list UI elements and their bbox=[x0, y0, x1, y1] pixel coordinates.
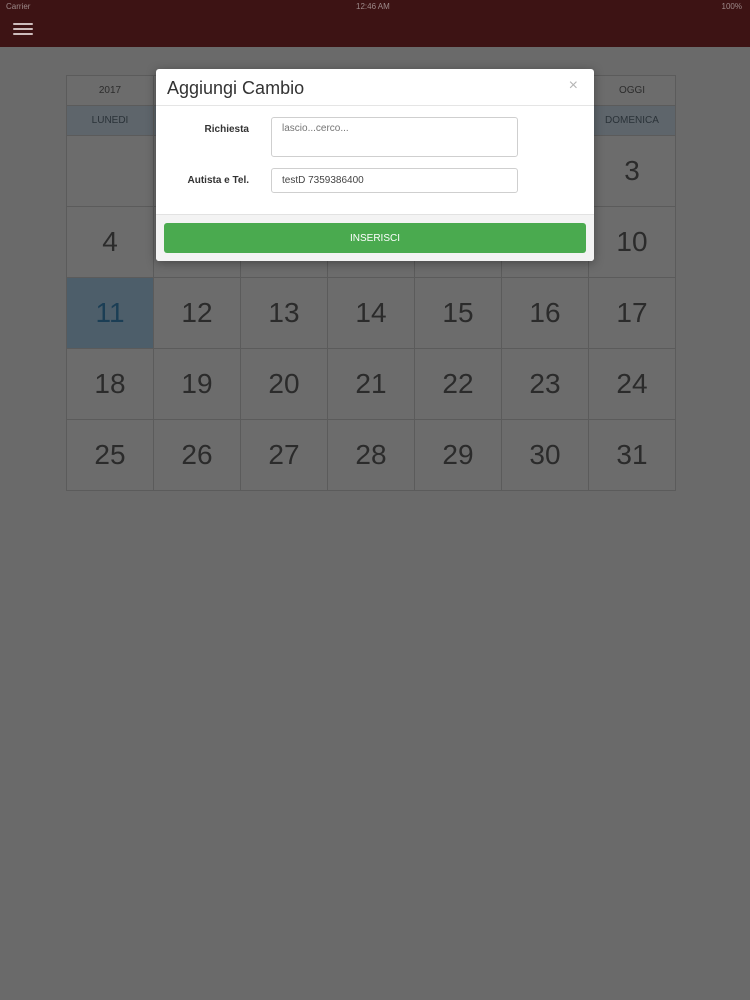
calendar-day-cell[interactable]: 16 bbox=[501, 277, 589, 349]
calendar-day-cell[interactable]: 23 bbox=[501, 348, 589, 420]
calendar-day-cell[interactable]: 19 bbox=[153, 348, 241, 420]
calendar-day-cell[interactable]: 18 bbox=[66, 348, 154, 420]
hamburger-menu-icon[interactable] bbox=[13, 21, 33, 37]
calendar-day-cell[interactable]: 15 bbox=[414, 277, 502, 349]
richiesta-label: Richiesta bbox=[204, 124, 249, 135]
add-change-dialog: Aggiungi Cambio × Richiesta Autista e Te… bbox=[156, 69, 594, 261]
dialog-footer: INSERISCI bbox=[156, 214, 594, 261]
calendar-day-cell[interactable]: 17 bbox=[588, 277, 676, 349]
app-screen: Carrier 12:46 AM 100% 2017 OGGI LUNEDI D… bbox=[0, 0, 750, 1000]
calendar-day-cell[interactable]: 27 bbox=[240, 419, 328, 491]
calendar-day-cell[interactable]: 13 bbox=[240, 277, 328, 349]
calendar-day-cell[interactable]: 12 bbox=[153, 277, 241, 349]
close-icon[interactable]: × bbox=[569, 78, 578, 94]
year-label[interactable]: 2017 bbox=[66, 75, 154, 106]
calendar-day-cell[interactable]: 4 bbox=[66, 206, 154, 278]
status-bar: Carrier 12:46 AM 100% bbox=[0, 0, 750, 14]
autista-label: Autista e Tel. bbox=[187, 175, 250, 186]
dialog-title: Aggiungi Cambio bbox=[167, 78, 305, 98]
today-button[interactable]: OGGI bbox=[588, 75, 676, 106]
calendar-week-row: 11 12 13 14 15 16 17 bbox=[66, 277, 683, 349]
calendar-day-cell[interactable]: 11 bbox=[66, 277, 154, 349]
calendar-day-cell[interactable]: 10 bbox=[588, 206, 676, 278]
app-bar: Carrier 12:46 AM 100% bbox=[0, 0, 750, 47]
calendar-day-cell[interactable]: 22 bbox=[414, 348, 502, 420]
insert-button[interactable]: INSERISCI bbox=[164, 223, 586, 253]
richiesta-field[interactable] bbox=[271, 117, 518, 157]
calendar-day-cell[interactable]: 14 bbox=[327, 277, 415, 349]
calendar-day-cell[interactable]: 20 bbox=[240, 348, 328, 420]
calendar-day-cell[interactable]: 28 bbox=[327, 419, 415, 491]
calendar-day-cell-empty bbox=[66, 135, 154, 207]
calendar-day-cell[interactable]: 25 bbox=[66, 419, 154, 491]
weekday-label: DOMENICA bbox=[588, 105, 676, 136]
battery-label: 100% bbox=[721, 2, 742, 11]
calendar-week-row: 25 26 27 28 29 30 31 bbox=[66, 419, 683, 491]
calendar-week-row: 18 19 20 21 22 23 24 bbox=[66, 348, 683, 420]
calendar-day-cell[interactable]: 24 bbox=[588, 348, 676, 420]
autista-field[interactable] bbox=[271, 168, 518, 193]
calendar-day-cell[interactable]: 3 bbox=[588, 135, 676, 207]
calendar-day-cell[interactable]: 30 bbox=[501, 419, 589, 491]
weekday-label: LUNEDI bbox=[66, 105, 154, 136]
dialog-header: Aggiungi Cambio × bbox=[156, 69, 594, 106]
carrier-label: Carrier bbox=[6, 2, 31, 11]
calendar-day-cell[interactable]: 31 bbox=[588, 419, 676, 491]
clock-label: 12:46 AM bbox=[356, 2, 390, 11]
calendar-day-cell[interactable]: 21 bbox=[327, 348, 415, 420]
calendar-day-cell[interactable]: 26 bbox=[153, 419, 241, 491]
calendar-day-cell[interactable]: 29 bbox=[414, 419, 502, 491]
